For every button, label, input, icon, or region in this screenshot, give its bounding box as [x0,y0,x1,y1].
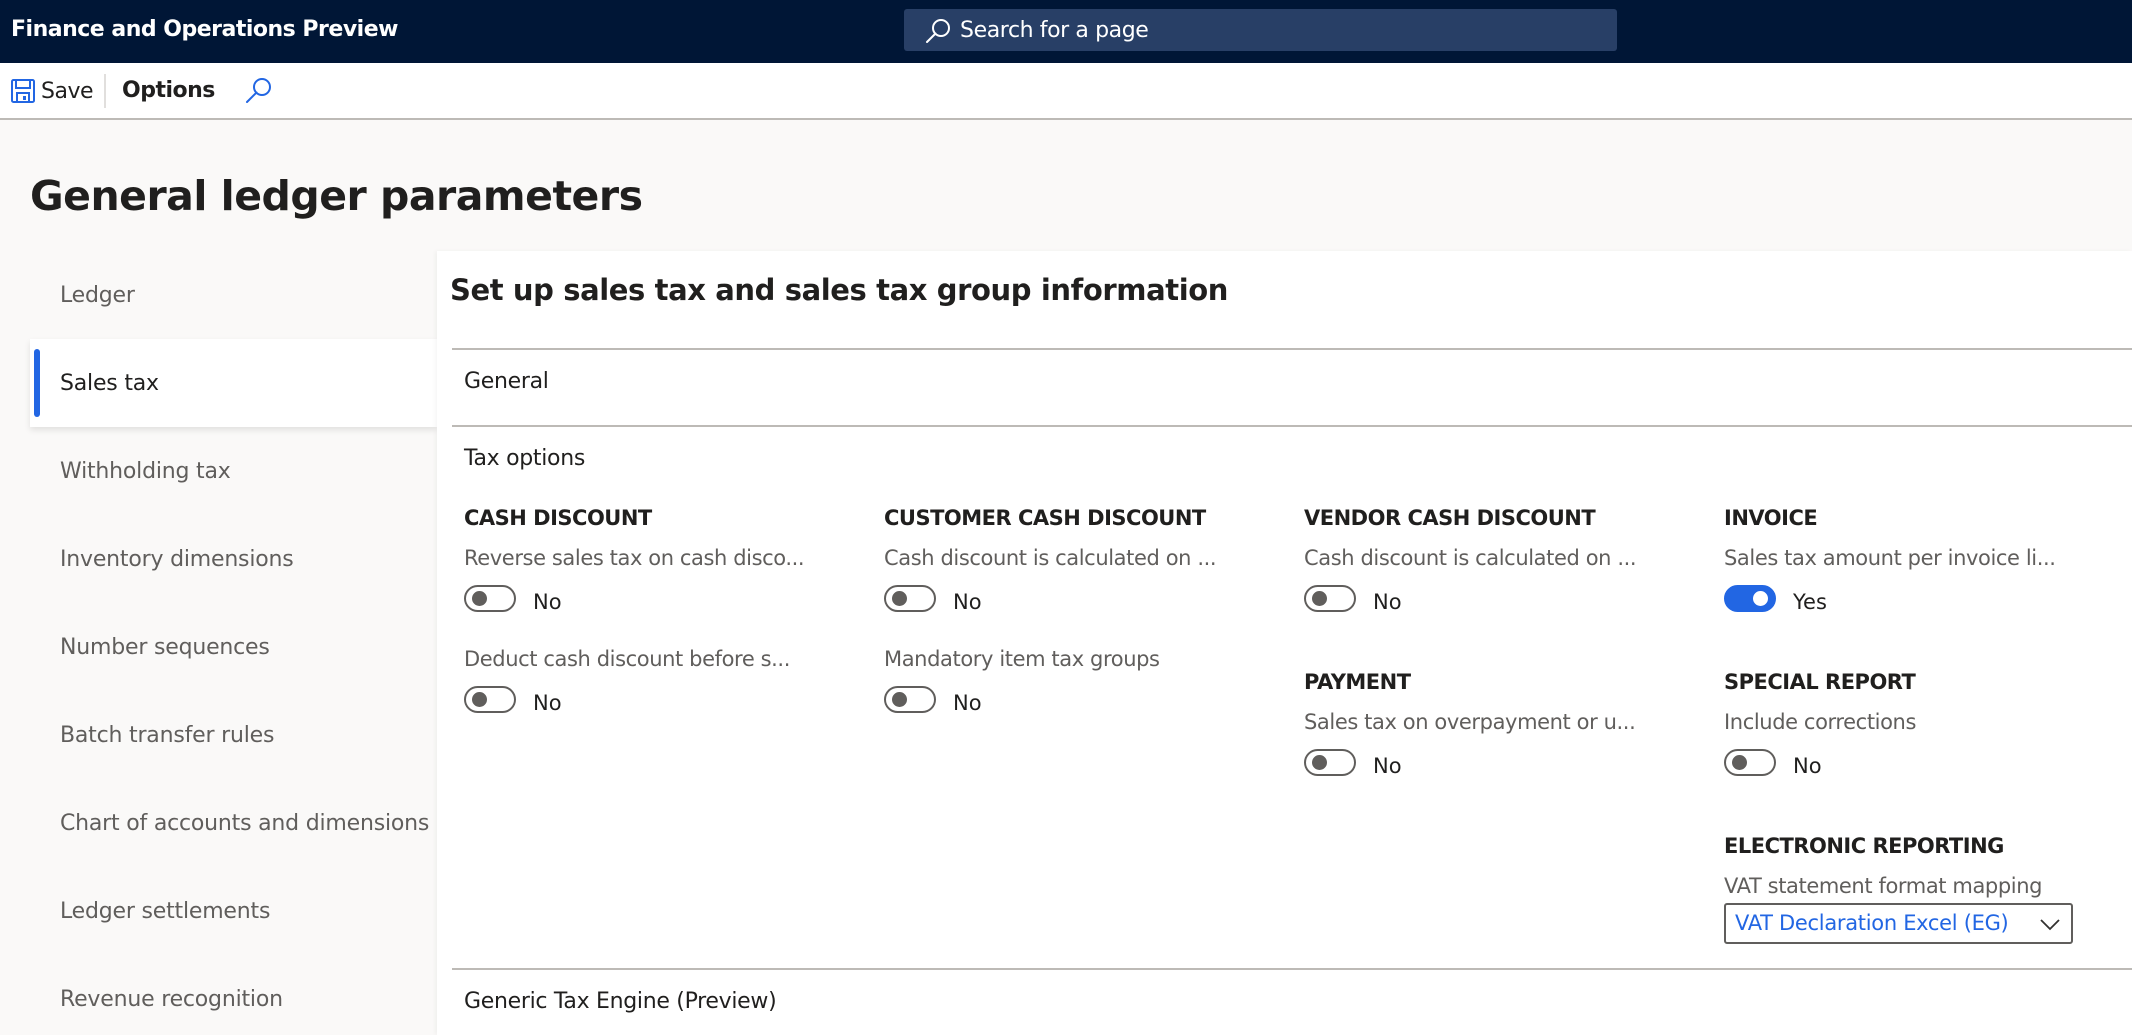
toggle-value: No [953,590,982,614]
fasttab-generic-tax-engine[interactable]: Generic Tax Engine (Preview) [464,989,777,1014]
group-heading: VENDOR CASH DISCOUNT [1304,506,1596,530]
field-label-include-corrections: Include corrections [1724,710,1916,734]
side-navigation: Ledger Sales tax Withholding tax Invento… [30,251,437,1035]
sidebar-item-ledger-settlements[interactable]: Ledger settlements [30,867,437,955]
save-label: Save [41,78,94,104]
group-heading-electronic-reporting: ELECTRONIC REPORTING [1724,834,2004,858]
field-label-reverse-sales-tax: Reverse sales tax on cash disco... [464,546,805,570]
search-placeholder: Search for a page [960,18,1149,43]
save-button[interactable]: Save [10,75,94,107]
page-title: General ledger parameters [30,172,643,220]
toggle-switch[interactable] [884,685,936,713]
page-search-box[interactable]: Search for a page [904,9,1617,51]
toggle-value: No [1373,590,1402,614]
fasttab-general[interactable]: General [464,369,549,394]
options-tab[interactable]: Options [122,78,215,103]
field-label-vat-statement-format: VAT statement format mapping [1724,874,2043,898]
toggle-value: No [533,691,562,715]
field-label-customer-cash-discount-calc: Cash discount is calculated on ... [884,546,1217,570]
toggle-deduct-cash-discount[interactable]: No [464,683,562,715]
sidebar-item-ledger[interactable]: Ledger [30,251,437,339]
toggle-value: No [1373,754,1402,778]
toggle-switch[interactable] [1304,584,1356,612]
sidebar-item-batch-transfer-rules[interactable]: Batch transfer rules [30,691,437,779]
toggle-sales-tax-overpayment[interactable]: No [1304,746,1402,778]
fasttab-tax-options[interactable]: Tax options [464,446,585,471]
section-title: Set up sales tax and sales tax group inf… [450,273,1229,307]
toggle-switch[interactable] [884,584,936,612]
toggle-switch[interactable] [464,685,516,713]
toggle-include-corrections[interactable]: No [1724,746,1822,778]
vat-statement-format-dropdown[interactable]: VAT Declaration Excel (EG) [1724,903,2073,944]
sidebar-item-inventory-dimensions[interactable]: Inventory dimensions [30,515,437,603]
field-label-sales-tax-per-invoice-line: Sales tax amount per invoice li... [1724,546,2056,570]
field-label-sales-tax-overpayment: Sales tax on overpayment or u... [1304,710,1636,734]
sidebar-item-revenue-recognition[interactable]: Revenue recognition [30,955,437,1035]
toggle-switch[interactable] [1304,748,1356,776]
divider [452,968,2132,970]
toggle-value: No [953,691,982,715]
toggle-vendor-cash-discount-calc[interactable]: No [1304,582,1402,614]
toggle-customer-cash-discount-calc[interactable]: No [884,582,982,614]
action-pane: Save Options [0,63,2132,120]
sidebar-item-withholding-tax[interactable]: Withholding tax [30,427,437,515]
search-icon[interactable] [243,76,273,106]
toggle-value: No [1793,754,1822,778]
search-icon [926,19,950,43]
main-content-panel: Set up sales tax and sales tax group inf… [437,251,2132,1035]
field-label-vendor-cash-discount-calc: Cash discount is calculated on ... [1304,546,1637,570]
app-title[interactable]: Finance and Operations Preview [11,17,398,42]
toggle-reverse-sales-tax[interactable]: No [464,582,562,614]
dropdown-value: VAT Declaration Excel (EG) [1735,911,2009,935]
top-nav-bar: Finance and Operations Preview Search fo… [0,0,2132,63]
field-label-deduct-cash-discount: Deduct cash discount before s... [464,647,790,671]
sidebar-item-number-sequences[interactable]: Number sequences [30,603,437,691]
toggle-mandatory-item-tax-groups[interactable]: No [884,683,982,715]
sidebar-item-sales-tax[interactable]: Sales tax [30,339,437,427]
divider [452,425,2132,427]
group-heading-special-report: SPECIAL REPORT [1724,670,1916,694]
field-label-mandatory-item-tax-groups: Mandatory item tax groups [884,647,1160,671]
toggle-switch[interactable] [464,584,516,612]
toggle-value: No [533,590,562,614]
chevron-down-icon [2040,919,2060,931]
toggle-switch[interactable] [1724,748,1776,776]
toggle-value: Yes [1793,590,1827,614]
toolbar-separator [104,74,106,108]
divider [452,348,2132,350]
group-heading-payment: PAYMENT [1304,670,1411,694]
group-heading: CUSTOMER CASH DISCOUNT [884,506,1206,530]
group-heading: INVOICE [1724,506,1818,530]
toggle-switch[interactable] [1724,584,1776,612]
group-heading: CASH DISCOUNT [464,506,652,530]
toggle-sales-tax-per-invoice-line[interactable]: Yes [1724,582,1827,614]
sidebar-item-chart-of-accounts[interactable]: Chart of accounts and dimensions [30,779,437,867]
save-icon [11,79,35,103]
